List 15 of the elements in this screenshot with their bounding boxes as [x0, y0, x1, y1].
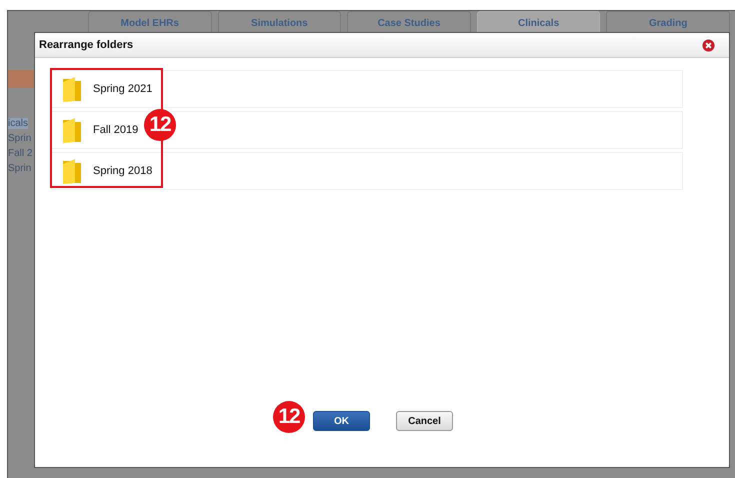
- sidebar-item[interactable]: Sprin: [8, 133, 32, 144]
- sidebar-item[interactable]: icals: [8, 118, 28, 129]
- folder-name: Spring 2021: [93, 83, 152, 95]
- sidebar-item[interactable]: Fall 2: [8, 148, 32, 159]
- cancel-button[interactable]: Cancel: [396, 411, 453, 431]
- dialog-title: Rearrange folders: [39, 39, 134, 51]
- folder-name: Spring 2018: [93, 165, 152, 177]
- folder-name: Fall 2019: [93, 124, 138, 136]
- folder-icon: [62, 158, 82, 184]
- ok-button[interactable]: OK: [313, 411, 370, 431]
- close-icon[interactable]: [702, 38, 715, 52]
- folder-icon: [62, 117, 82, 143]
- sidebar-header: [8, 70, 34, 88]
- sidebar-item[interactable]: Sprin: [8, 163, 32, 174]
- folder-icon: [62, 76, 82, 102]
